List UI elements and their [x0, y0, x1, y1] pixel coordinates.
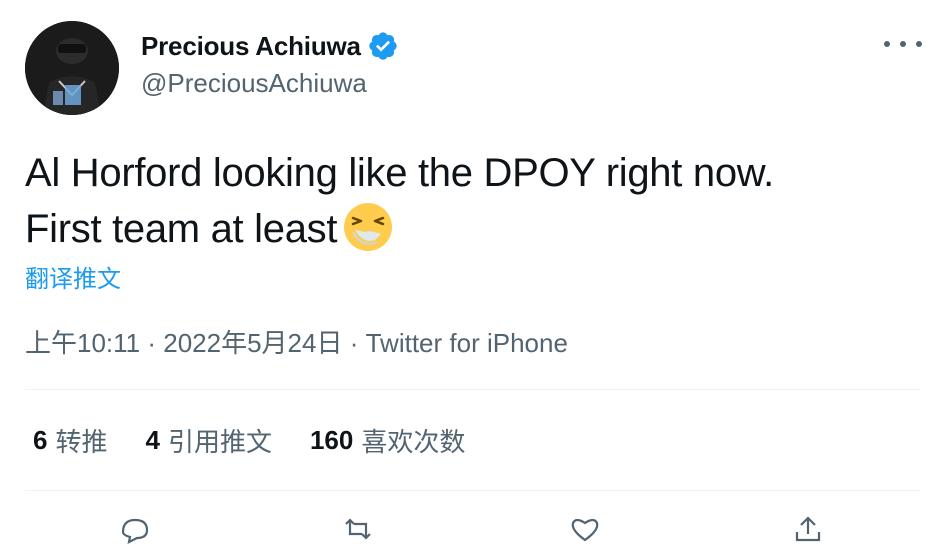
share-icon[interactable]	[788, 514, 828, 544]
divider-top	[25, 389, 920, 390]
quotes-count: 4	[145, 425, 160, 455]
more-options-icon[interactable]	[884, 33, 922, 55]
user-handle[interactable]: @PreciousAchiuwa	[141, 68, 367, 99]
likes-label: 喜欢次数	[361, 427, 466, 457]
verified-badge-icon	[367, 30, 399, 62]
tweet-date[interactable]: 2022年5月24日	[163, 328, 342, 358]
reply-icon[interactable]	[115, 514, 155, 544]
quotes-label: 引用推文	[167, 427, 272, 457]
retweets-label: 转推	[55, 427, 108, 457]
meta-separator-1: ·	[140, 328, 164, 358]
avatar[interactable]	[25, 21, 119, 115]
like-heart-icon[interactable]	[565, 514, 605, 544]
retweet-icon[interactable]	[338, 514, 378, 544]
retweets-count: 6	[33, 425, 48, 455]
tweet-card: Precious Achiuwa @PreciousAchiuwa Al Hor…	[0, 0, 934, 544]
likes-stat[interactable]: 160 喜欢次数	[310, 422, 465, 459]
retweets-stat[interactable]: 6 转推	[33, 422, 107, 459]
tweet-text-line-1: Al Horford looking like the DPOY right n…	[25, 151, 774, 195]
engagement-stats: 6 转推 4 引用推文 160 喜欢次数	[33, 422, 503, 459]
divider-bottom	[25, 490, 920, 491]
display-name[interactable]: Precious Achiuwa	[141, 31, 361, 62]
tweet-meta: 上午10:11 · 2022年5月24日 · Twitter for iPhon…	[25, 323, 568, 360]
author-name-row[interactable]: Precious Achiuwa	[141, 29, 399, 63]
likes-count: 160	[309, 425, 354, 455]
tweet-source[interactable]: Twitter for iPhone	[366, 328, 568, 358]
meta-separator-2: ·	[342, 328, 366, 358]
quotes-stat[interactable]: 4 引用推文	[145, 422, 271, 459]
action-bar	[0, 506, 934, 544]
tweet-time[interactable]: 上午10:11	[25, 328, 140, 358]
sneezing-face-emoji-icon	[341, 200, 395, 254]
tweet-text-line-2: First team at least	[25, 200, 915, 256]
translate-tweet-link[interactable]: 翻译推文	[25, 259, 121, 294]
tweet-text-line-2-text: First team at least	[25, 207, 338, 251]
tweet-text: Al Horford looking like the DPOY right n…	[25, 146, 915, 256]
